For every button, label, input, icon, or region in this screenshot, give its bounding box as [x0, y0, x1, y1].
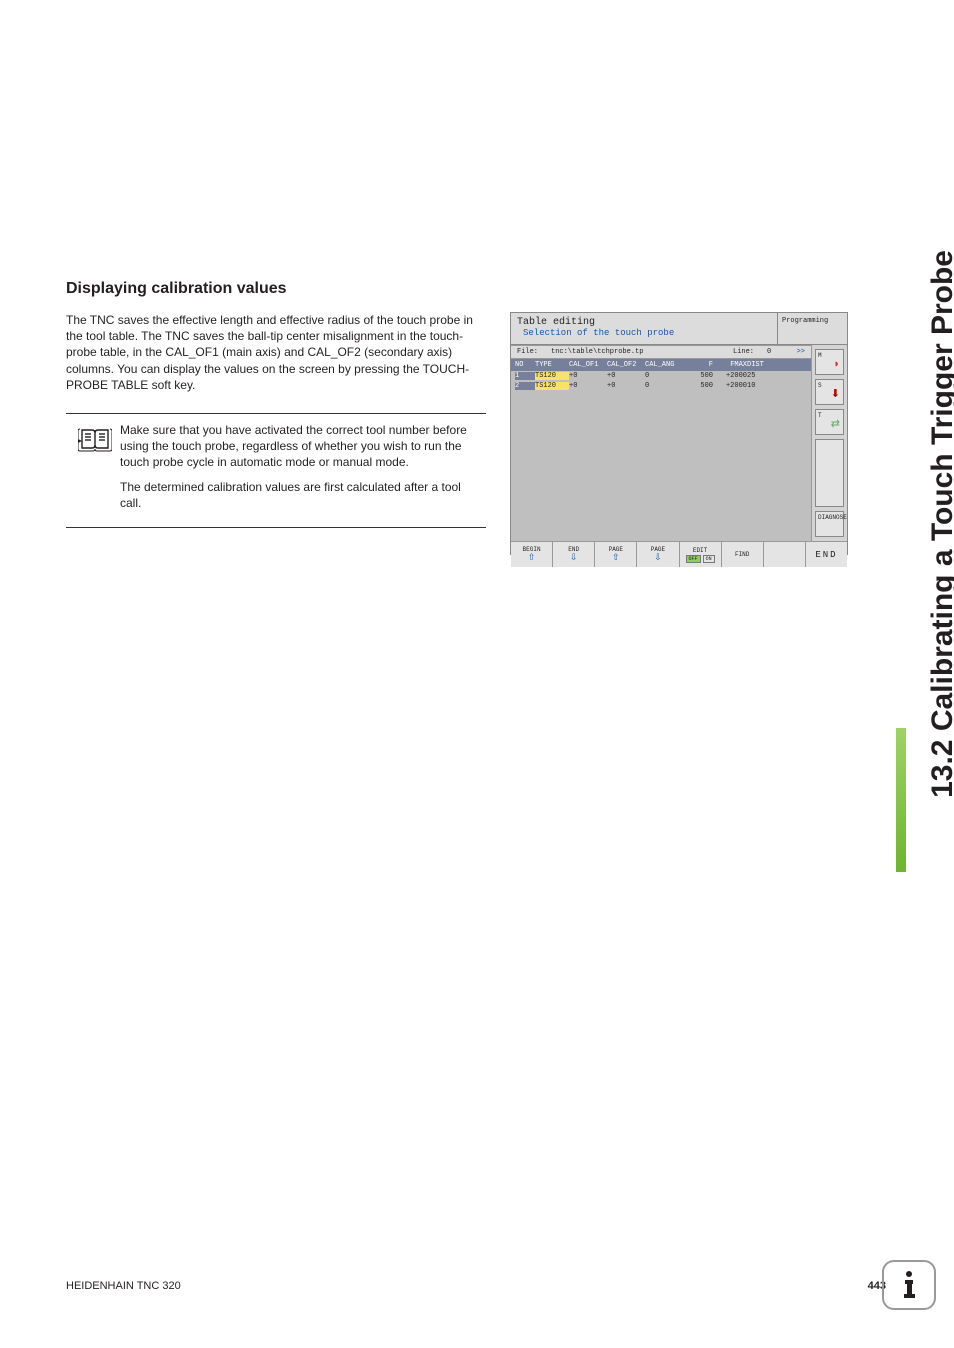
th-dist: DIST [747, 361, 777, 369]
table-row[interactable]: 2 TS120 +0 +0 0 500 +2000 10 [511, 381, 811, 391]
row-ang: 0 [645, 382, 683, 390]
sk-pageu-label: PAGE [609, 546, 623, 553]
sk-off: OFF [686, 555, 701, 563]
arrow-up-icon: ⇧ [612, 554, 620, 563]
row-o2: +0 [607, 382, 645, 390]
th-calof1: CAL_OF1 [569, 361, 607, 369]
softkey-blank [764, 542, 806, 567]
side-diagnose-button[interactable]: DIAGNOSE [815, 511, 844, 537]
row-dist: 10 [747, 382, 777, 390]
ss-line-label: Line: [733, 348, 763, 356]
side-t-button[interactable]: T ⇄ [815, 409, 844, 435]
side-t-label: T [818, 412, 822, 419]
sk-end-label: END [568, 546, 579, 553]
note-p2: The determined calibration values are fi… [120, 479, 482, 511]
arrow-down-icon: ⇩ [654, 554, 662, 563]
side-spacer [815, 439, 844, 507]
spindle-icon: ⬇ [831, 387, 840, 401]
ss-softkey-row: BEGIN ⇧ END ⇩ PAGE ⇧ PAGE ⇩ EDIT OFF ON … [511, 541, 847, 567]
ss-file-label: File: [517, 348, 547, 356]
table-row[interactable]: 1 TS120 +0 +0 0 500 +2000 25 [511, 371, 811, 381]
softkey-page-up[interactable]: PAGE ⇧ [595, 542, 637, 567]
row-fmax: +2000 [713, 382, 747, 390]
th-calof2: CAL_OF2 [607, 361, 645, 369]
softkey-begin[interactable]: BEGIN ⇧ [511, 542, 553, 567]
info-badge [882, 1260, 936, 1310]
sk-paged-label: PAGE [651, 546, 665, 553]
body-column: The TNC saves the effective length and e… [66, 312, 486, 393]
ss-thead: NO TYPE CAL_OF1 CAL_OF2 CAL_ANG F FMAX D… [511, 359, 811, 371]
softkey-page-down[interactable]: PAGE ⇩ [637, 542, 679, 567]
side-m-label: M [818, 352, 822, 359]
note-box: Make sure that you have activated the co… [66, 413, 486, 528]
side-m-button[interactable]: M ◗ [815, 349, 844, 375]
sk-on: ON [703, 555, 715, 563]
ss-table: NO TYPE CAL_OF1 CAL_OF2 CAL_ANG F FMAX D… [511, 359, 811, 541]
screenshot-body: File: tnc:\table\tchprobe.tp Line: 0 >> … [511, 345, 847, 541]
note-icon [70, 422, 120, 519]
sk-find-label: FIND [735, 551, 749, 558]
screenshot-titlebar: Table editing Selection of the touch pro… [511, 313, 847, 345]
softkey-end-key[interactable]: END [806, 542, 847, 567]
side-diag-label: DIAGNOSE [818, 514, 847, 521]
screenshot-mode: Programming [777, 313, 847, 344]
tool-change-icon: ⇄ [831, 417, 840, 431]
softkey-edit[interactable]: EDIT OFF ON [680, 542, 722, 567]
th-calang: CAL_ANG [645, 361, 683, 369]
ss-subtitle: Selection of the touch probe [517, 328, 771, 340]
note-text: Make sure that you have activated the co… [120, 422, 482, 519]
row-type: TS120 [535, 382, 569, 390]
ss-file-path: tnc:\table\tchprobe.tp [551, 348, 729, 356]
section-heading: Displaying calibration values [66, 280, 886, 298]
side-s-label: S [818, 382, 822, 389]
th-f: F [683, 361, 713, 369]
row-f: 500 [683, 382, 713, 390]
row-ang: 0 [645, 372, 683, 380]
softkey-end[interactable]: END ⇩ [553, 542, 595, 567]
th-no: NO [515, 361, 535, 369]
row-o1: +0 [569, 372, 607, 380]
tool-icon: ◗ [833, 359, 840, 371]
th-type: TYPE [535, 361, 569, 369]
body-paragraph: The TNC saves the effective length and e… [66, 312, 486, 393]
arrow-up-icon: ⇧ [528, 554, 536, 563]
row-no: 1 [515, 372, 535, 380]
row-no: 2 [515, 382, 535, 390]
softkey-find[interactable]: FIND [722, 542, 764, 567]
arrow-down-icon: ⇩ [570, 554, 578, 563]
row-fmax: +2000 [713, 372, 747, 380]
side-accent-bar [896, 728, 906, 872]
screenshot-title: Table editing Selection of the touch pro… [511, 313, 777, 344]
ss-title: Table editing [517, 317, 771, 328]
row-o2: +0 [607, 372, 645, 380]
row-type: TS120 [535, 372, 569, 380]
row-dist: 25 [747, 372, 777, 380]
ss-line-val: 0 [767, 348, 787, 356]
info-icon [900, 1270, 918, 1300]
ss-file-line: File: tnc:\table\tchprobe.tp Line: 0 >> [511, 345, 811, 359]
side-s-button[interactable]: S ⬇ [815, 379, 844, 405]
chapter-side-title: 13.2 Calibrating a Touch Trigger Probe [926, 250, 954, 1150]
th-fmax: FMAX [713, 361, 747, 369]
sk-begin-label: BEGIN [523, 546, 541, 553]
sk-edit-label: EDIT [693, 547, 707, 554]
ss-arrows[interactable]: >> [791, 348, 805, 356]
tnc-screenshot: Table editing Selection of the touch pro… [510, 312, 848, 555]
row-f: 500 [683, 372, 713, 380]
page-footer: HEIDENHAIN TNC 320 443 [66, 1280, 886, 1292]
footer-left: HEIDENHAIN TNC 320 [66, 1280, 181, 1292]
ss-side-panel: M ◗ S ⬇ T ⇄ DIAGNOSE [811, 345, 847, 541]
screenshot-main: File: tnc:\table\tchprobe.tp Line: 0 >> … [511, 345, 811, 541]
row-o1: +0 [569, 382, 607, 390]
note-p1: Make sure that you have activated the co… [120, 422, 482, 471]
sk-endkey-label: END [815, 550, 837, 560]
